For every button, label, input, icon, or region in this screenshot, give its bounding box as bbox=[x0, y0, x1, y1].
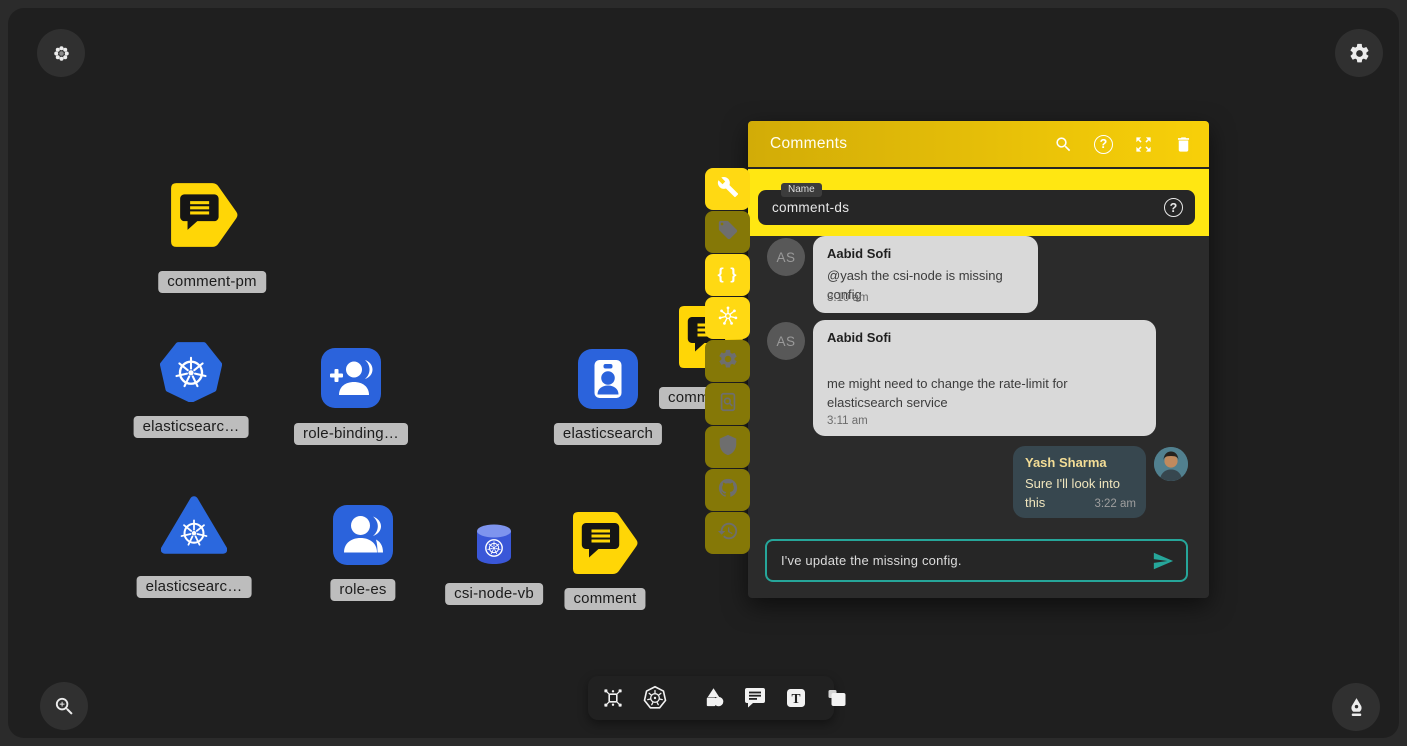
node-elasticsearch-triangle[interactable] bbox=[161, 494, 227, 561]
node-label: comment bbox=[564, 588, 645, 610]
zoom-in-icon bbox=[53, 695, 76, 718]
name-help-icon[interactable]: ? bbox=[1164, 198, 1183, 217]
node-label: elasticsearc… bbox=[137, 576, 252, 598]
chat-input[interactable] bbox=[781, 553, 1152, 568]
chat-message: Yash Sharma Sure I'll look into this 3:2… bbox=[1013, 446, 1146, 518]
help-glyph: ? bbox=[1100, 137, 1108, 151]
shapes-tool-icon[interactable] bbox=[702, 686, 726, 710]
labels-tool-button[interactable] bbox=[705, 211, 750, 253]
text-glyph: T bbox=[791, 691, 800, 706]
send-icon[interactable] bbox=[1152, 550, 1174, 572]
message-time: 3:10 am bbox=[827, 292, 869, 304]
doc-search-icon bbox=[717, 391, 739, 418]
message-author: Aabid Sofi bbox=[827, 330, 891, 345]
settings-button[interactable] bbox=[1335, 29, 1383, 77]
pen-nib-icon bbox=[1345, 696, 1368, 719]
node-label: comment-pm bbox=[158, 271, 266, 293]
name-input[interactable] bbox=[772, 200, 1164, 215]
name-field-label: Name bbox=[781, 183, 822, 197]
github-tool-button[interactable] bbox=[705, 469, 750, 511]
message-time: 3:11 am bbox=[827, 415, 868, 427]
expand-icon[interactable] bbox=[1134, 135, 1153, 154]
node-action-toolbar: { } bbox=[705, 168, 750, 555]
node-label: elasticsearc… bbox=[134, 416, 249, 438]
mesh-tool-button[interactable] bbox=[705, 297, 750, 339]
inspect-tool-button[interactable] bbox=[705, 383, 750, 425]
comments-panel-header: Comments ? bbox=[748, 121, 1209, 167]
gear-icon bbox=[717, 348, 739, 375]
app-window: comment-pm elasticsearc… role-binding… bbox=[0, 0, 1407, 746]
history-tool-button[interactable] bbox=[705, 512, 750, 554]
chat-message: Aabid Sofi @yash the csi-node is missing… bbox=[813, 236, 1038, 313]
json-tool-button[interactable]: { } bbox=[705, 254, 750, 296]
avatar: AS bbox=[767, 238, 805, 276]
node-comment-pm[interactable] bbox=[168, 180, 240, 255]
avatar-photo bbox=[1154, 447, 1188, 481]
node-csi-node-vb[interactable] bbox=[475, 523, 513, 570]
mesh-hub-icon bbox=[717, 305, 739, 332]
avatar: AS bbox=[767, 322, 805, 360]
image-tool-icon[interactable] bbox=[825, 686, 849, 710]
settings-tool-button[interactable] bbox=[705, 340, 750, 382]
network-tool-icon[interactable] bbox=[601, 686, 625, 710]
name-field[interactable]: Name ? bbox=[758, 190, 1195, 225]
history-icon bbox=[717, 520, 739, 547]
search-icon[interactable] bbox=[1054, 135, 1073, 154]
node-elasticsearch-serviceaccount[interactable] bbox=[578, 349, 638, 409]
message-author: Yash Sharma bbox=[1025, 455, 1107, 470]
avatar-initials: AS bbox=[776, 250, 795, 265]
app-logo-button[interactable] bbox=[37, 29, 85, 77]
node-elasticsearch-heptagon[interactable] bbox=[160, 340, 222, 407]
node-label: role-binding… bbox=[294, 423, 408, 445]
github-icon bbox=[717, 477, 739, 504]
comments-panel: Comments ? Name ? AS Aabid Sofi bbox=[748, 121, 1209, 598]
kubernetes-heptagon-icon bbox=[160, 340, 222, 402]
node-label: role-es bbox=[330, 579, 395, 601]
zoom-button[interactable] bbox=[40, 682, 88, 730]
shape-dock: T bbox=[588, 676, 834, 720]
draw-tool-button[interactable] bbox=[1332, 683, 1380, 731]
design-canvas[interactable]: comment-pm elasticsearc… role-binding… bbox=[8, 8, 1399, 738]
message-text: me might need to change the rate-limit f… bbox=[827, 374, 1144, 412]
comment-node-icon bbox=[168, 180, 240, 250]
help-glyph: ? bbox=[1170, 201, 1178, 215]
shield-icon bbox=[717, 434, 739, 461]
role-icon bbox=[333, 505, 393, 565]
chat-message: Aabid Sofi me might need to change the r… bbox=[813, 320, 1156, 436]
help-icon[interactable]: ? bbox=[1094, 135, 1113, 154]
person-photo bbox=[1154, 447, 1188, 481]
node-role-es[interactable] bbox=[333, 505, 393, 565]
role-binding-icon bbox=[321, 348, 381, 408]
tags-icon bbox=[717, 219, 739, 246]
braces-icon: { } bbox=[718, 266, 738, 284]
kubernetes-triangle-icon bbox=[161, 494, 227, 556]
name-section: Name ? bbox=[748, 167, 1209, 236]
flower-logo-icon bbox=[51, 43, 72, 64]
panel-title: Comments bbox=[770, 135, 847, 153]
node-role-binding[interactable] bbox=[321, 348, 381, 408]
configure-tool-button[interactable] bbox=[705, 168, 750, 210]
node-label: elasticsearch bbox=[554, 423, 662, 445]
service-account-badge-icon bbox=[578, 349, 638, 409]
delete-icon[interactable] bbox=[1174, 135, 1193, 154]
kubernetes-tool-icon[interactable] bbox=[642, 685, 668, 711]
node-comment[interactable] bbox=[570, 509, 640, 582]
gear-icon bbox=[1348, 42, 1371, 65]
message-author: Aabid Sofi bbox=[827, 246, 891, 261]
csi-cylinder-icon bbox=[475, 523, 513, 565]
text-tool-icon[interactable]: T bbox=[784, 686, 808, 710]
chat-input-field[interactable] bbox=[765, 539, 1188, 582]
comment-tool-icon[interactable] bbox=[743, 686, 767, 710]
node-label: csi-node-vb bbox=[445, 583, 543, 605]
avatar-initials: AS bbox=[776, 334, 795, 349]
policy-tool-button[interactable] bbox=[705, 426, 750, 468]
message-time: 3:22 am bbox=[1094, 498, 1136, 510]
comment-node-icon bbox=[570, 509, 640, 577]
wrench-icon bbox=[717, 176, 739, 203]
